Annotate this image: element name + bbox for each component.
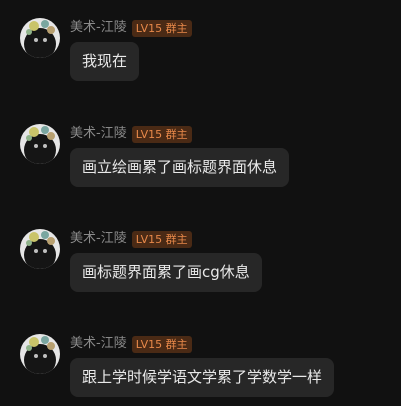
member-level-badge: LV15 群主 — [131, 230, 192, 248]
user-avatar-icon[interactable] — [20, 18, 60, 58]
message-header: 美术-江陵 LV15 群主 — [70, 19, 192, 37]
sender-name[interactable]: 美术-江陵 — [70, 335, 127, 353]
message-header: 美术-江陵 LV15 群主 — [70, 335, 192, 353]
member-level-badge: LV15 群主 — [131, 19, 192, 37]
user-avatar-icon[interactable] — [20, 124, 60, 164]
message-bubble[interactable]: 我现在 — [70, 42, 140, 81]
sender-name[interactable]: 美术-江陵 — [70, 125, 127, 143]
chat-message-list: 美术-江陵 LV15 群主 我现在 美术-江陵 LV15 群主 画立绘画累了画标… — [0, 0, 401, 406]
message-bubble[interactable]: 画立绘画累了画标题界面休息 — [70, 148, 290, 187]
sender-name[interactable]: 美术-江陵 — [70, 19, 127, 37]
message-bubble[interactable]: 跟上学时候学语文学累了学数学一样 — [70, 358, 335, 397]
user-avatar-icon[interactable] — [20, 334, 60, 374]
message-header: 美术-江陵 LV15 群主 — [70, 230, 192, 248]
message-header: 美术-江陵 LV15 群主 — [70, 125, 192, 143]
user-avatar-icon[interactable] — [20, 229, 60, 269]
member-level-badge: LV15 群主 — [131, 125, 192, 143]
message-bubble[interactable]: 画标题界面累了画cg休息 — [70, 253, 262, 292]
member-level-badge: LV15 群主 — [131, 335, 192, 353]
sender-name[interactable]: 美术-江陵 — [70, 230, 127, 248]
